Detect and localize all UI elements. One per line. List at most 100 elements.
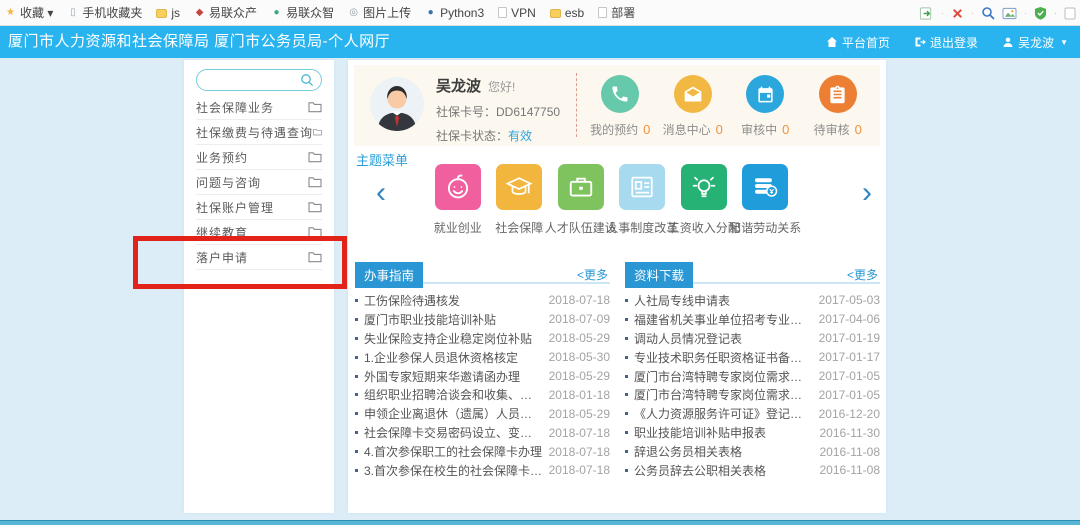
bookmark-item[interactable]: 易联众智 [271,4,334,21]
card-number-value: DD6147750 [496,105,561,119]
bookmark-label: esb [564,5,585,20]
download-row-text[interactable]: 厦门市台湾特聘专家岗位需求汇总表 [634,368,819,385]
bookmark-item[interactable]: 易联众产 [194,4,257,21]
partial-icon[interactable] [1064,7,1076,20]
bookmark-label: 图片上传 [363,6,412,20]
sidebar-menu-item[interactable]: 社会保障业务 [196,95,322,120]
nav-user-menu[interactable]: 吴龙波 ▼ [1002,34,1068,51]
bookmark-icon [5,7,16,18]
download-row[interactable]: 调动人员情况登记表 2017-01-19 [625,329,880,348]
guide-row[interactable]: 工伤保险待遇核发 2018-07-18 [355,291,610,310]
guide-row[interactable]: 组织职业招聘洽谈会和收集、发布职业供... 2018-01-18 [355,385,610,404]
bullet-icon [625,431,628,435]
guide-row-text[interactable]: 1.企业参保人员退休资格核定 [364,349,549,366]
bullet-icon [355,431,358,435]
guide-row[interactable]: 4.首次参保职工的社会保障卡办理 2018-07-18 [355,442,610,461]
guide-row-text[interactable]: 外国专家短期来华邀请函办理 [364,368,549,385]
download-more-link[interactable]: <更多 [847,266,878,283]
download-tab[interactable]: 资料下载 [625,262,694,288]
guide-row[interactable]: 失业保险支持企业稳定岗位补贴 2018-05-29 [355,329,610,348]
guide-row-text[interactable]: 4.首次参保职工的社会保障卡办理 [364,443,549,460]
app-header: 厦门市人力资源和社会保障局 厦门市公务员局-个人网厅 平台首页 退出登录 吴龙波… [0,26,1080,58]
bookmark-item[interactable]: 部署 [598,4,635,21]
bookmark-item[interactable]: esb [549,5,585,20]
carousel-left-arrow[interactable]: ‹ [376,178,386,208]
download-row[interactable]: 专业技术职务任职资格证书备案表 2017-01-17 [625,348,880,367]
download-row[interactable]: 辞退公务员相关表格 2016-11-08 [625,442,880,461]
nav-home[interactable]: 平台首页 [826,34,890,51]
main-panel: 吴龙波 您好! 社保卡号：DD6147750 社保卡状态：有效 我的预约 0 消… [348,60,886,513]
stat-in-review[interactable]: 审核中 0 [729,71,802,142]
guide-row-text[interactable]: 社会保障卡交易密码设立、变更办理 [364,424,549,441]
separator: · [971,8,974,18]
bookmark-item[interactable]: 图片上传 [348,4,411,21]
bookmark-item[interactable]: 手机收藏夹 [67,4,142,21]
guide-row-text[interactable]: 厦门市职业技能培训补贴 [364,311,549,328]
carousel-right-arrow[interactable]: › [862,178,872,208]
download-row[interactable]: 厦门市台湾特聘专家岗位需求汇总表 2017-01-05 [625,367,880,386]
download-row-text[interactable]: 厦门市台湾特聘专家岗位需求信息表 [634,386,819,403]
stat-my-appointments[interactable]: 我的预约 0 [584,71,657,142]
bookmark-item[interactable]: 收藏 ▾ [5,4,53,21]
download-row-text[interactable]: 公务员辞去公职相关表格 [634,462,820,479]
guide-row[interactable]: 外国专家短期来华邀请函办理 2018-05-29 [355,367,610,386]
nav-logout[interactable]: 退出登录 [914,34,978,51]
download-row[interactable]: 福建省机关事业单位招考专业指导目录（... 2017-04-06 [625,310,880,329]
guide-row-date: 2018-05-29 [548,331,610,346]
download-row[interactable]: 人社局专线申请表 2017-05-03 [625,291,880,310]
download-row[interactable]: 《人力资源服务许可证》登记事项变更申... 2016-12-20 [625,404,880,423]
download-row-text[interactable]: 《人力资源服务许可证》登记事项变更申... [634,405,819,422]
sidebar-menu-item[interactable]: 社保缴费与待遇查询 [196,120,322,145]
guide-row-text[interactable]: 失业保险支持企业稳定岗位补贴 [364,330,549,347]
theme-tile-wage-distribution[interactable]: 工资收入分配 [668,164,740,236]
sidebar-menu-item[interactable]: 落户申请 [196,245,322,270]
guide-row-text[interactable]: 申领企业离退休（遗属）人员死亡丧葬费 [364,405,549,422]
sidebar-menu-item[interactable]: 继续教育 [196,220,322,245]
guide-row[interactable]: 申领企业离退休（遗属）人员死亡丧葬费 2018-05-29 [355,404,610,423]
bookmark-item[interactable]: js [156,6,180,20]
sidebar-menu-item[interactable]: 问题与咨询 [196,170,322,195]
theme-tile-talent-team[interactable]: 人才队伍建设 [545,164,617,236]
download-row[interactable]: 职业技能培训补贴申报表 2016-11-30 [625,423,880,442]
download-row-text[interactable]: 福建省机关事业单位招考专业指导目录（... [634,311,819,328]
sidebar-menu-item[interactable]: 社保账户管理 [196,195,322,220]
search-icon[interactable] [300,73,314,92]
guide-row[interactable]: 3.首次参保在校生的社会保障卡办理 2018-07-18 [355,461,610,480]
download-row-text[interactable]: 专业技术职务任职资格证书备案表 [634,349,819,366]
guide-row-text[interactable]: 组织职业招聘洽谈会和收集、发布职业供... [364,386,549,403]
guide-row[interactable]: 厦门市职业技能培训补贴 2018-07-09 [355,310,610,329]
guide-tab[interactable]: 办事指南 [355,262,424,288]
download-row-text[interactable]: 辞退公务员相关表格 [634,443,820,460]
guide-row-text[interactable]: 工伤保险待遇核发 [364,292,549,309]
separator: · [941,8,944,18]
download-row[interactable]: 厦门市台湾特聘专家岗位需求信息表 2017-01-05 [625,385,880,404]
guide-row[interactable]: 1.企业参保人员退休资格核定 2018-05-30 [355,348,610,367]
download-row[interactable]: 公务员辞去公职相关表格 2016-11-08 [625,461,880,480]
theme-tile-employment[interactable]: 就业创业 [427,164,489,236]
search-icon[interactable] [981,6,995,20]
theme-tile-social-security[interactable]: 社会保障 [489,164,551,236]
download-row-text[interactable]: 调动人员情况登记表 [634,330,819,347]
guide-row-text[interactable]: 3.首次参保在校生的社会保障卡办理 [364,462,549,479]
card-status-value: 有效 [508,129,533,143]
briefcase-icon [557,164,604,210]
download-row-text[interactable]: 职业技能培训补贴申报表 [634,424,820,441]
guide-row[interactable]: 社会保障卡交易密码设立、变更办理 2018-07-18 [355,423,610,442]
snapshot-icon[interactable] [1002,7,1017,20]
sidebar-item-label: 社保缴费与待遇查询 [196,125,314,140]
chevron-down-icon: ▼ [1060,37,1068,47]
stat-pending-review[interactable]: 待审核 0 [802,71,875,142]
bookmark-item[interactable]: Python3 [425,6,484,20]
stat-message-center[interactable]: 消息中心 0 [657,71,730,142]
shield-icon[interactable] [1034,6,1047,20]
sidebar-menu-item[interactable]: 业务预约 [196,145,322,170]
theme-tile-personnel-reform[interactable]: 人事制度改革 [606,164,678,236]
calendar-icon [746,75,785,113]
export-icon[interactable] [919,6,934,21]
close-icon[interactable] [951,7,964,20]
guide-more-link[interactable]: <更多 [577,266,608,283]
bookmark-item[interactable]: VPN [498,6,536,20]
theme-tile-labor-relations[interactable]: 和谐劳动关系 [729,164,801,236]
card-number-row: 社保卡号：DD6147750 [436,103,560,120]
download-row-text[interactable]: 人社局专线申请表 [634,292,819,309]
